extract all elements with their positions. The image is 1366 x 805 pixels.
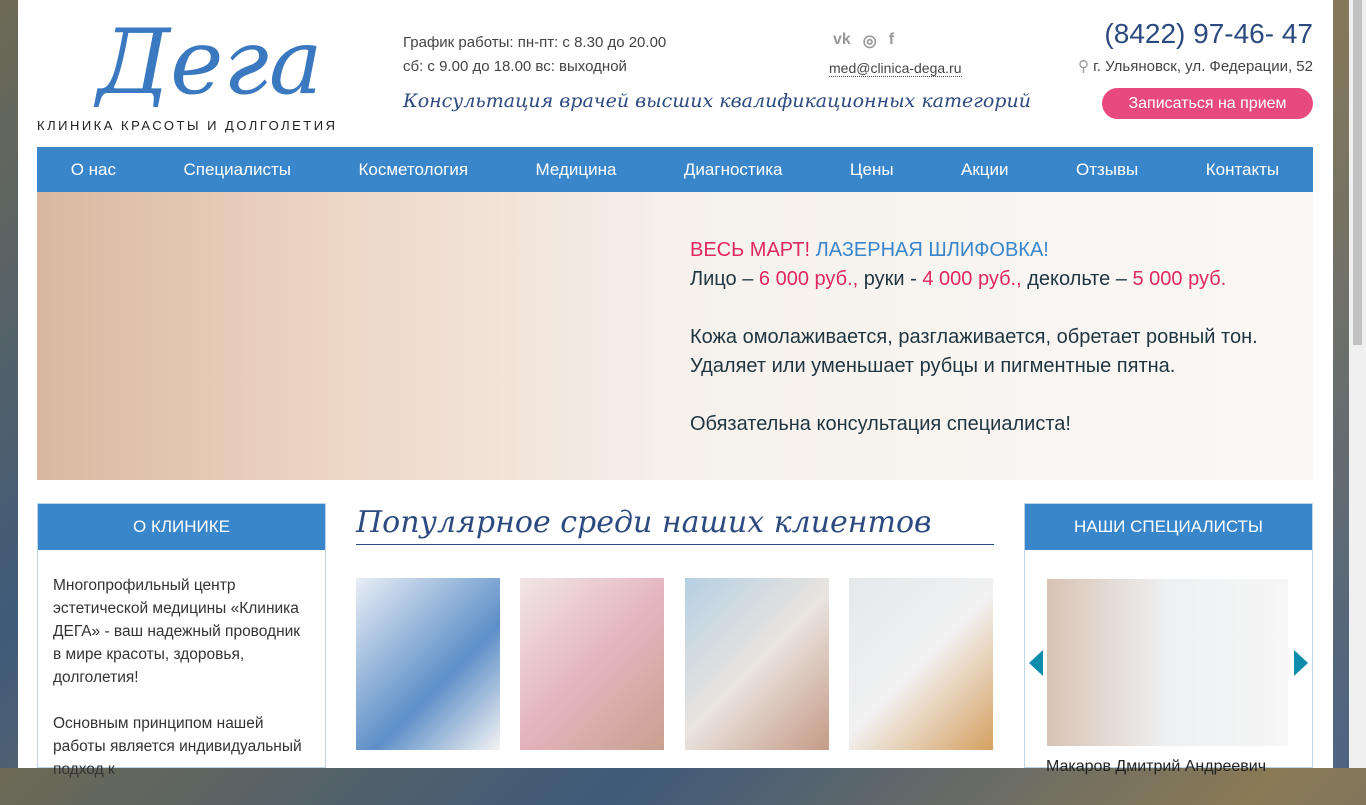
carousel-next-icon[interactable] bbox=[1294, 650, 1308, 676]
service-image-therapy[interactable] bbox=[356, 578, 500, 750]
price-face: 6 000 руб., bbox=[758, 268, 859, 290]
promo-month: ВЕСЬ МАРТ! bbox=[690, 239, 811, 261]
schedule-weekend: сб: с 9.00 до 18.00 вс: выходной bbox=[403, 58, 627, 75]
social-links: vk ◎ f bbox=[833, 31, 894, 51]
price-neckline: 5 000 руб. bbox=[1132, 268, 1227, 290]
carousel-prev-icon[interactable] bbox=[1029, 650, 1043, 676]
about-text-1: Многопрофильный центр эстетической медиц… bbox=[53, 577, 301, 686]
logo-subtitle: КЛИНИКА КРАСОТЫ И ДОЛГОЛЕТИЯ bbox=[37, 118, 338, 133]
specialist-photo[interactable] bbox=[1047, 579, 1288, 746]
specialists-panel: НАШИ СПЕЦИАЛИСТЫ bbox=[1024, 503, 1313, 768]
price-label-neckline: декольте – bbox=[1021, 268, 1133, 290]
logo[interactable]: Дега КЛИНИКА КРАСОТЫ И ДОЛГОЛЕТИЯ bbox=[37, 8, 347, 133]
facebook-icon[interactable]: f bbox=[889, 31, 894, 51]
email-link[interactable]: med@clinica-dega.ru bbox=[829, 60, 962, 77]
promo-desc-1: Кожа омолаживается, разглаживается, обре… bbox=[690, 326, 1258, 348]
vk-icon[interactable]: vk bbox=[833, 31, 851, 51]
nav-promotions[interactable]: Акции bbox=[961, 160, 1009, 180]
specialists-title: НАШИ СПЕЦИАЛИСТЫ bbox=[1025, 504, 1312, 550]
book-appointment-button[interactable]: Записаться на прием bbox=[1102, 88, 1313, 119]
promo-text: ВЕСЬ МАРТ! ЛАЗЕРНАЯ ШЛИФОВКА! Лицо – 6 0… bbox=[690, 236, 1258, 439]
nav-diagnostics[interactable]: Диагностика bbox=[684, 160, 783, 180]
address-text: г. Ульяновск, ул. Федерации, 52 bbox=[1093, 58, 1313, 75]
nav-cosmetology[interactable]: Косметология bbox=[358, 160, 468, 180]
promo-desc-2: Удаляет или уменьшает рубцы и пигментные… bbox=[690, 355, 1176, 377]
price-label-face: Лицо – bbox=[690, 268, 759, 290]
scrollbar-thumb[interactable] bbox=[1353, 0, 1362, 345]
promo-title: ЛАЗЕРНАЯ ШЛИФОВКА! bbox=[815, 239, 1049, 261]
nav-specialists[interactable]: Специалисты bbox=[183, 160, 291, 180]
price-label-hands: руки - bbox=[858, 268, 923, 290]
promo-note: Обязательна консультация специалиста! bbox=[690, 413, 1071, 435]
price-hands: 4 000 руб., bbox=[922, 268, 1022, 290]
about-title: О КЛИНИКЕ bbox=[38, 504, 325, 550]
slogan: Консультация врачей высших квалификацион… bbox=[403, 90, 1031, 112]
nav-contacts[interactable]: Контакты bbox=[1206, 160, 1279, 180]
scrollbar[interactable] bbox=[1349, 0, 1366, 768]
popular-heading: Популярное среди наших клиентов bbox=[356, 505, 994, 545]
nav-about[interactable]: О нас bbox=[71, 160, 116, 180]
promo-banner[interactable]: ВЕСЬ МАРТ! ЛАЗЕРНАЯ ШЛИФОВКА! Лицо – 6 0… bbox=[37, 192, 1313, 480]
service-image-cosmetology[interactable] bbox=[520, 578, 664, 750]
location-pin-icon: ⚲ bbox=[1078, 58, 1094, 75]
about-panel: О КЛИНИКЕ Многопрофильный центр эстетиче… bbox=[37, 503, 326, 778]
address: ⚲ г. Ульяновск, ул. Федерации, 52 bbox=[1078, 57, 1313, 75]
work-schedule: График работы: пн-пт: с 8.30 до 20.00 сб… bbox=[403, 31, 666, 79]
service-image-ultrasound[interactable] bbox=[685, 578, 829, 750]
service-image-lab[interactable] bbox=[849, 578, 993, 750]
phone[interactable]: (8422) 97-46- 47 bbox=[1104, 18, 1313, 50]
schedule-weekdays: График работы: пн-пт: с 8.30 до 20.00 bbox=[403, 34, 667, 51]
logo-script: Дега bbox=[97, 10, 323, 115]
page: Дега КЛИНИКА КРАСОТЫ И ДОЛГОЛЕТИЯ График… bbox=[18, 0, 1333, 778]
instagram-icon[interactable]: ◎ bbox=[863, 31, 877, 51]
main-nav: О нас Специалисты Косметология Медицина … bbox=[37, 147, 1313, 192]
nav-medicine[interactable]: Медицина bbox=[536, 160, 617, 180]
specialist-name[interactable]: Макаров Дмитрий Андреевич bbox=[1046, 758, 1266, 776]
nav-prices[interactable]: Цены bbox=[850, 160, 894, 180]
about-text-2: Основным принципом нашей работы является… bbox=[53, 715, 302, 778]
nav-reviews[interactable]: Отзывы bbox=[1076, 160, 1138, 180]
